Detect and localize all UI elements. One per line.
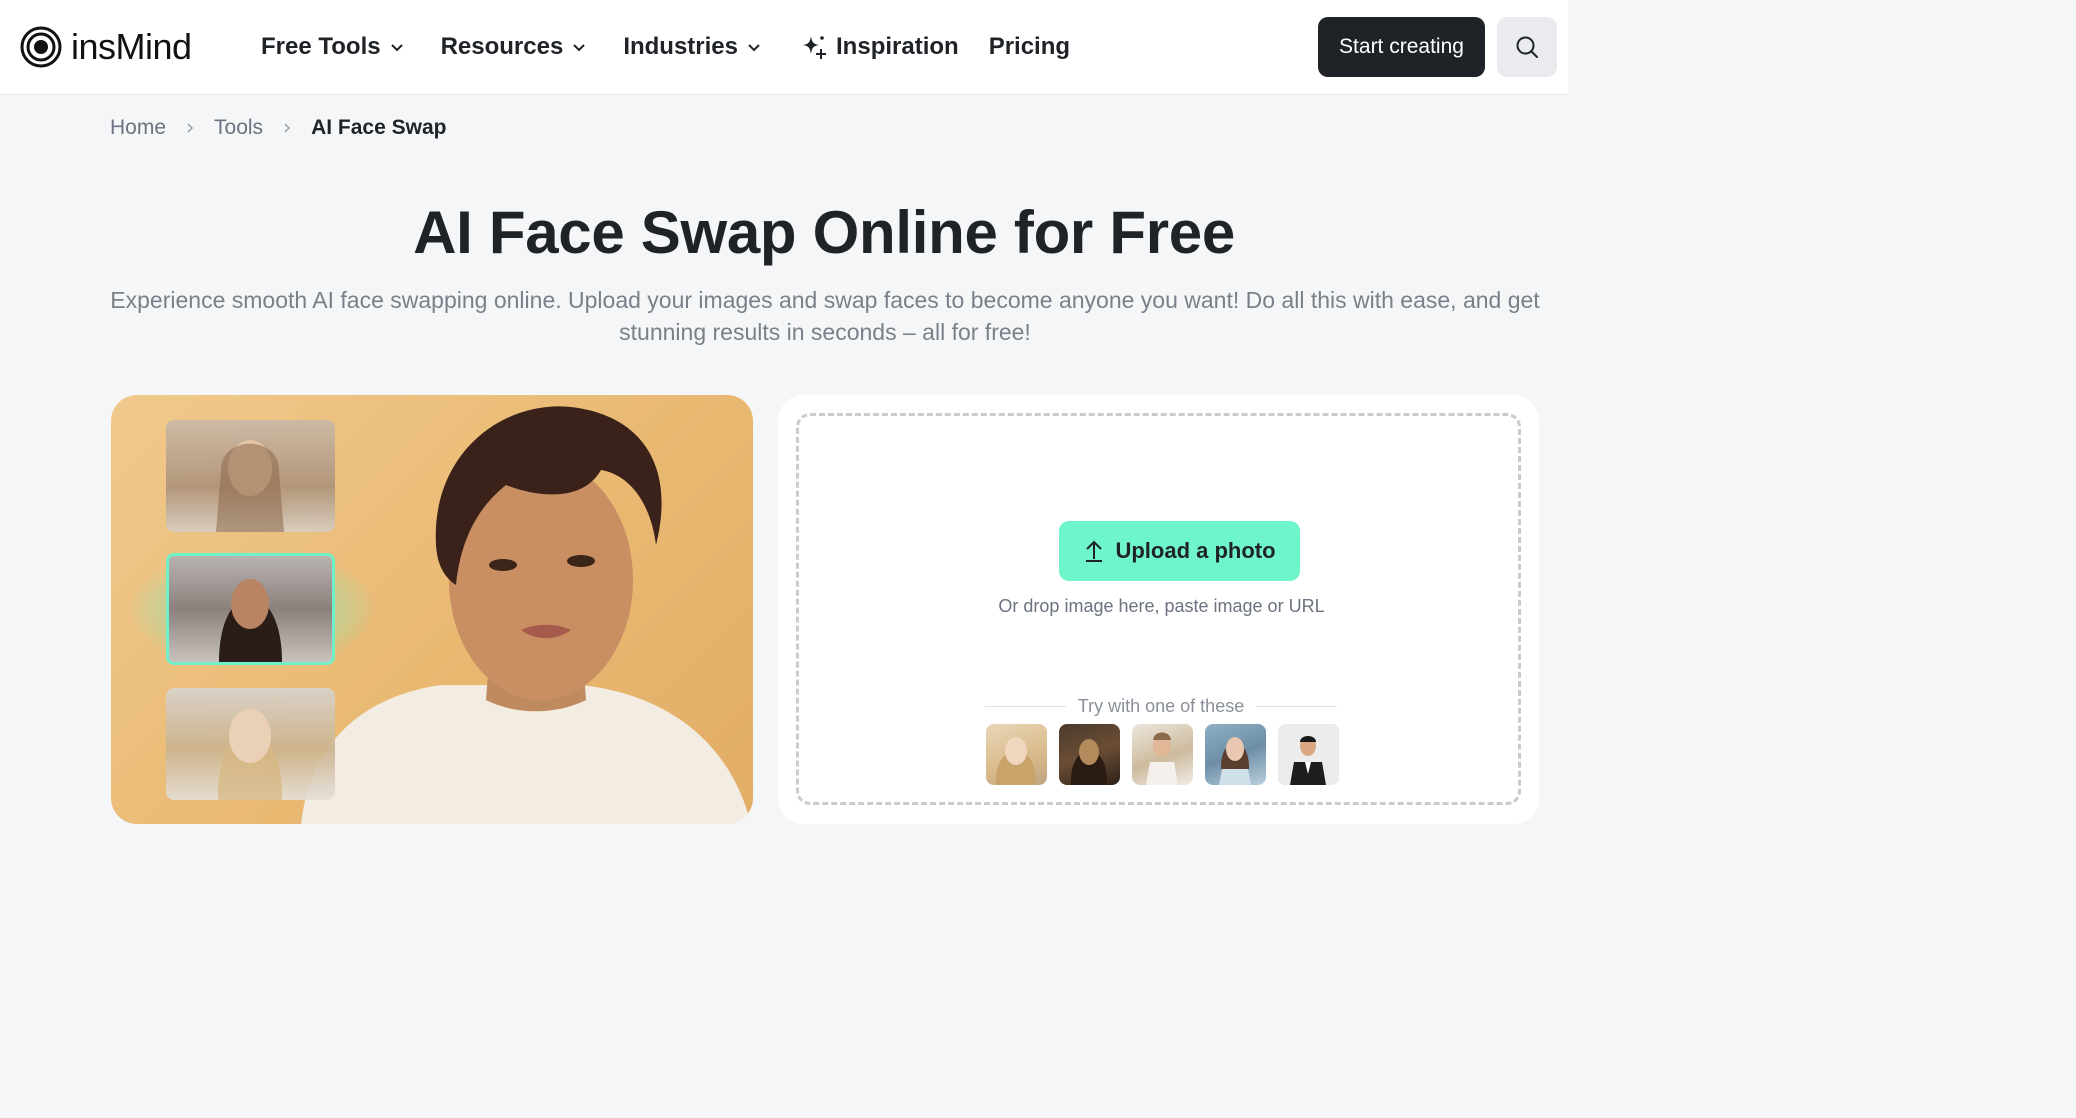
- chevron-right-icon: [187, 123, 194, 133]
- source-face-thumbnail: [166, 420, 335, 532]
- site-header: insMind Free Tools Resources Industries …: [0, 0, 1568, 95]
- drop-hint-text: Or drop image here, paste image or URL: [998, 596, 1325, 616]
- nav-pricing[interactable]: Pricing: [989, 33, 1070, 61]
- sample-images-label: Try with one of these: [985, 696, 1338, 717]
- brand-name: insMind: [71, 26, 192, 67]
- main-nav: Free Tools Resources Industries Inspirat…: [261, 28, 1070, 66]
- sample-image-1[interactable]: [986, 724, 1047, 785]
- breadcrumb-tools[interactable]: Tools: [214, 116, 263, 140]
- nav-free-tools[interactable]: Free Tools: [261, 33, 405, 61]
- logo-icon: [20, 26, 62, 68]
- page-subtitle: Experience smooth AI face swapping onlin…: [110, 287, 1540, 345]
- sample-image-thumbnail: [1278, 724, 1339, 785]
- upload-icon: [1086, 540, 1103, 562]
- source-face-thumbnail-selected: [166, 553, 335, 665]
- sample-image-thumbnail: [1146, 732, 1178, 785]
- chevron-down-icon: [573, 44, 586, 52]
- sample-images-label-text: Try with one of these: [1077, 696, 1245, 716]
- divider: [1256, 706, 1338, 707]
- face-thumbnail-image: [217, 709, 283, 800]
- start-creating-button[interactable]: Start creating: [1318, 17, 1485, 77]
- page-title: AI Face Swap Online for Free: [413, 199, 1235, 266]
- divider: [985, 706, 1066, 707]
- sample-image-2[interactable]: [1059, 724, 1120, 785]
- nav-industries-label: Industries: [623, 33, 739, 60]
- image-dropzone[interactable]: Upload a photo Or drop image here, paste…: [796, 413, 1521, 805]
- face-thumbnail-image: [219, 579, 282, 662]
- face-swap-preview-image: [111, 395, 753, 824]
- breadcrumb-home[interactable]: Home: [110, 116, 166, 140]
- brand-logo[interactable]: insMind: [20, 25, 192, 69]
- search-icon: [1516, 36, 1538, 58]
- nav-free-tools-label: Free Tools: [261, 33, 381, 60]
- nav-inspiration[interactable]: Inspiration: [800, 33, 959, 61]
- chevron-down-icon: [390, 44, 403, 52]
- sample-image-thumbnail: [1070, 739, 1108, 785]
- breadcrumb: Home Tools AI Face Swap: [110, 114, 446, 142]
- nav-industries[interactable]: Industries: [623, 33, 762, 61]
- source-face-thumbnail: [166, 688, 335, 800]
- upload-panel: Upload a photo Or drop image here, paste…: [778, 395, 1539, 824]
- upload-photo-button[interactable]: Upload a photo: [1059, 521, 1300, 581]
- sample-image-4[interactable]: [1205, 724, 1266, 785]
- upload-photo-label: Upload a photo: [1115, 538, 1276, 563]
- chevron-down-icon: [748, 44, 760, 52]
- breadcrumb-current: AI Face Swap: [311, 116, 447, 139]
- chevron-right-icon: [284, 123, 291, 133]
- sample-images: [986, 724, 1351, 785]
- nav-resources-label: Resources: [440, 33, 564, 60]
- sample-image-thumbnail: [995, 737, 1037, 785]
- sample-image-thumbnail: [1219, 737, 1251, 785]
- nav-resources[interactable]: Resources: [441, 33, 588, 61]
- nav-inspiration-label: Inspiration: [836, 33, 959, 60]
- face-thumbnail-image: [216, 440, 284, 532]
- sparkle-icon: [803, 36, 827, 59]
- sample-image-3[interactable]: [1132, 724, 1193, 785]
- sample-image-5[interactable]: [1278, 724, 1339, 785]
- search-button[interactable]: [1497, 17, 1557, 77]
- nav-pricing-label: Pricing: [988, 33, 1071, 60]
